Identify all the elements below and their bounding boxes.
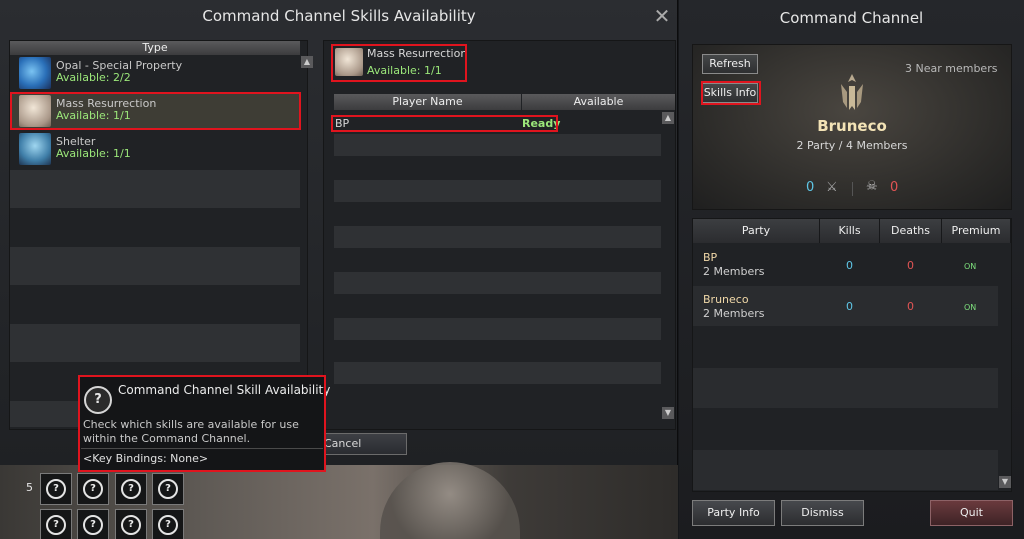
table-row xyxy=(693,450,998,490)
hotbar-slot[interactable]: ? xyxy=(40,473,72,505)
tooltip-description: Check which skills are available for use… xyxy=(83,418,299,445)
party-info-button[interactable]: Party Info xyxy=(692,500,775,526)
kills-column-header: Kills xyxy=(820,219,880,243)
player-status: Ready xyxy=(522,117,561,130)
party-members: 2 Members xyxy=(703,307,765,320)
scroll-up-arrow-icon[interactable]: ▲ xyxy=(301,56,313,68)
command-channel-icon: ? xyxy=(158,479,178,499)
scroll-down-arrow-icon[interactable]: ▼ xyxy=(662,407,674,419)
hotbar-slot[interactable]: ? xyxy=(152,509,184,539)
scroll-up-arrow-icon[interactable]: ▲ xyxy=(662,112,674,124)
scroll-down-arrow-icon[interactable]: ▼ xyxy=(999,476,1011,488)
available-column-header: Available xyxy=(522,94,675,110)
detail-skill-availability: Available: 1/1 xyxy=(367,64,442,77)
party-kills: 0 xyxy=(846,300,853,313)
divider xyxy=(81,448,323,449)
party-members: 2 Members xyxy=(703,265,765,278)
total-deaths: 0 xyxy=(890,180,899,195)
list-stripe xyxy=(334,134,661,156)
type-column-header: Type xyxy=(10,41,300,55)
hotbar-slot[interactable]: ? xyxy=(152,473,184,505)
table-row xyxy=(693,368,998,408)
hotbar-page-number: 5 xyxy=(26,481,33,494)
player-name: BP xyxy=(335,117,350,130)
skills-info-button[interactable]: Skills Info xyxy=(702,83,758,103)
command-channel-icon: ? xyxy=(83,515,103,535)
list-stripe xyxy=(10,170,300,208)
command-channel-icon: ? xyxy=(121,479,141,499)
skill-availability: Available: 2/2 xyxy=(56,71,131,84)
skill-availability: Available: 1/1 xyxy=(56,147,131,160)
refresh-button[interactable]: Refresh xyxy=(702,54,758,74)
hotbar-slot[interactable]: ? xyxy=(115,509,147,539)
party-premium: ON xyxy=(964,303,977,312)
deaths-column-header: Deaths xyxy=(880,219,942,243)
command-channel-icon: ? xyxy=(83,479,103,499)
quit-button[interactable]: Quit xyxy=(930,500,1013,526)
detail-skill-name: Mass Resurrection xyxy=(367,47,468,60)
skill-availability: Available: 1/1 xyxy=(56,109,131,122)
command-channel-icon: ? xyxy=(46,515,66,535)
total-kills: 0 xyxy=(806,180,815,195)
window-title: Command Channel xyxy=(779,9,924,27)
player-name-column-header: Player Name xyxy=(334,94,521,110)
command-channel-icon: ? xyxy=(121,515,141,535)
channel-crest-icon xyxy=(841,74,863,110)
skill-item-mass-resurrection[interactable]: Mass Resurrection Available: 1/1 xyxy=(10,93,300,129)
command-channel-icon: ? xyxy=(84,386,112,414)
list-stripe xyxy=(334,272,661,294)
list-stripe xyxy=(334,226,661,248)
party-premium: ON xyxy=(964,262,977,271)
premium-column-header: Premium xyxy=(942,219,1011,243)
tooltip-title: Command Channel Skill Availability xyxy=(118,383,331,397)
hotbar-slot[interactable]: ? xyxy=(115,473,147,505)
close-icon[interactable]: ✕ xyxy=(650,4,674,28)
hotbar-slot[interactable]: ? xyxy=(40,509,72,539)
party-name: BP xyxy=(703,251,718,264)
party-deaths: 0 xyxy=(907,259,914,272)
skull-icon: ☠ xyxy=(866,179,878,194)
party-name: Bruneco xyxy=(703,293,749,306)
window-title: Command Channel Skills Availability xyxy=(202,7,476,25)
party-summary: 2 Party / 4 Members xyxy=(796,139,908,152)
channel-leader-name: Bruneco xyxy=(817,117,887,135)
list-stripe xyxy=(334,362,661,384)
skill-item-opal[interactable]: Opal - Special Property Available: 2/2 xyxy=(10,55,300,91)
list-stripe xyxy=(334,318,661,340)
command-channel-icon: ? xyxy=(158,515,178,535)
crossed-swords-icon: ⚔ xyxy=(826,180,838,195)
shelter-skill-icon xyxy=(19,133,51,165)
list-stripe xyxy=(10,324,300,362)
command-channel-icon: ? xyxy=(46,479,66,499)
opal-skill-icon xyxy=(19,57,51,89)
dismiss-button[interactable]: Dismiss xyxy=(781,500,864,526)
party-column-header: Party xyxy=(693,219,820,243)
mass-resurrection-skill-icon xyxy=(335,48,363,76)
list-stripe xyxy=(334,180,661,202)
party-deaths: 0 xyxy=(907,300,914,313)
skill-item-shelter[interactable]: Shelter Available: 1/1 xyxy=(10,131,300,167)
list-stripe xyxy=(10,247,300,285)
hotbar-slot[interactable]: ? xyxy=(77,473,109,505)
hotbar-slot[interactable]: ? xyxy=(77,509,109,539)
divider xyxy=(852,182,853,196)
mass-resurrection-skill-icon xyxy=(19,95,51,127)
party-kills: 0 xyxy=(846,259,853,272)
tooltip-key-bindings: <Key Bindings: None> xyxy=(83,452,209,465)
near-members-count: 3 Near members xyxy=(905,62,998,75)
